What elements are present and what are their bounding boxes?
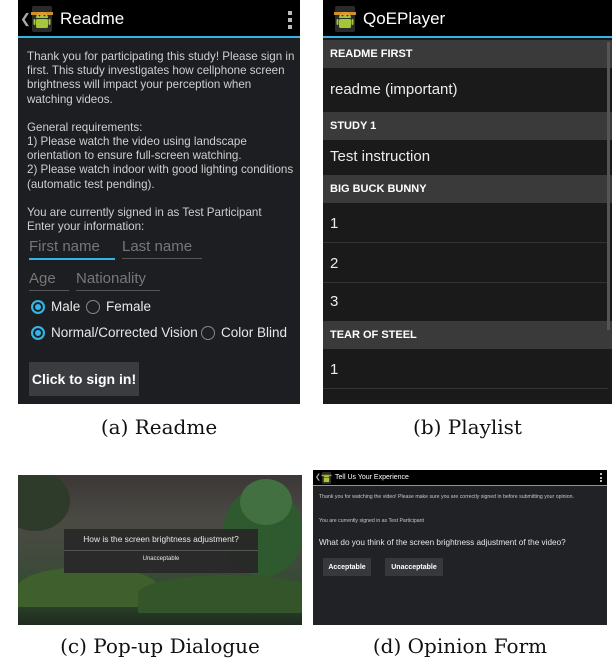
list-item[interactable]: 3	[330, 293, 338, 310]
screen-title: Tell Us Your Experience	[335, 474, 409, 481]
tree-shape	[240, 479, 292, 525]
tree-shape	[18, 475, 70, 531]
hill-shape	[18, 567, 158, 607]
vision-normal-label: Normal/Corrected Vision	[51, 325, 198, 340]
sign-in-button[interactable]: Click to sign in!	[29, 362, 139, 396]
section-header-study-1: STUDY 1	[323, 112, 612, 140]
gender-female-radio[interactable]: Female	[86, 299, 151, 314]
last-name-input[interactable]: Last name	[122, 238, 202, 259]
caption-popup: (c) Pop-up Dialogue	[60, 634, 260, 658]
requirement-2: 2) Please watch indoor with good lightin…	[27, 163, 294, 191]
app-title: QoEPlayer	[363, 9, 446, 28]
back-chevron-icon[interactable]: ❮	[315, 473, 321, 481]
gender-male-radio[interactable]: Male	[31, 299, 80, 314]
action-bar: ❮ Tell Us Your Experience	[313, 470, 607, 486]
opinion-screen: ❮ Tell Us Your Experience Thank you for …	[313, 470, 607, 625]
radio-unchecked-icon	[201, 325, 215, 340]
radio-checked-icon	[31, 299, 45, 314]
dialog-divider	[64, 550, 258, 551]
first-name-input[interactable]: First name	[29, 238, 115, 260]
readme-screen: ❮ Readme Thank you for participating thi…	[18, 0, 300, 404]
caption-readme: (a) Readme	[100, 415, 218, 439]
list-item[interactable]: 1	[330, 361, 338, 378]
intro-text: Thank you for participating this study! …	[27, 50, 295, 106]
android-app-icon[interactable]	[30, 6, 54, 32]
nationality-input[interactable]: Nationality	[76, 270, 160, 291]
list-item[interactable]: Test instruction	[330, 148, 430, 165]
section-header-readme-first: README FIRST	[323, 40, 612, 68]
age-input[interactable]: Age	[29, 270, 69, 291]
radio-checked-icon	[31, 325, 45, 340]
list-item[interactable]: readme (important)	[330, 81, 458, 98]
divider	[323, 282, 608, 283]
gender-female-label: Female	[106, 299, 152, 314]
android-app-icon[interactable]	[321, 472, 332, 484]
dialog-option-unacceptable[interactable]: Unacceptable	[64, 556, 258, 562]
caption-opinion: (d) Opinion Form	[372, 634, 548, 658]
list-item[interactable]: 1	[330, 215, 338, 232]
android-app-icon	[334, 6, 356, 32]
screen-title: Readme	[60, 9, 125, 28]
section-header-big-buck-bunny: BIG BUCK BUNNY	[323, 175, 612, 203]
enter-info-label: Enter your information:	[27, 220, 145, 234]
overflow-menu-icon[interactable]	[288, 11, 292, 32]
divider	[323, 388, 608, 389]
vision-normal-radio[interactable]: Normal/Corrected Vision	[31, 325, 198, 340]
scrollbar[interactable]	[607, 42, 610, 330]
action-bar: ❮ Readme	[18, 0, 300, 38]
gender-male-label: Male	[51, 299, 81, 314]
popup-screen: How is the screen brightness adjustment?…	[18, 475, 302, 625]
dialog-question: How is the screen brightness adjustment?	[83, 534, 239, 544]
section-header-tear-of-steel: TEAR OF STEEL	[323, 321, 612, 349]
caption-playlist: (b) Playlist	[413, 415, 522, 439]
hill-shape	[138, 575, 302, 613]
requirement-1: 1) Please watch the video using landscap…	[27, 135, 247, 163]
brightness-dialog: How is the screen brightness adjustment?…	[64, 529, 258, 573]
playlist-screen: QoEPlayer README FIRST readme (important…	[323, 0, 612, 404]
list-item[interactable]: 2	[330, 255, 338, 272]
radio-unchecked-icon	[86, 299, 100, 314]
divider	[323, 242, 608, 243]
readme-body: Thank you for participating this study! …	[27, 50, 297, 234]
opinion-question: What do you think of the screen brightne…	[319, 538, 566, 547]
action-bar: QoEPlayer	[323, 0, 612, 38]
requirements-title: General requirements:	[27, 120, 143, 134]
signed-in-text: You are currently signed in as Test Part…	[27, 205, 262, 219]
unacceptable-button[interactable]: Unacceptable	[385, 558, 443, 576]
thanks-text: Thank you for watching the video! Please…	[319, 494, 574, 500]
overflow-menu-icon[interactable]	[600, 473, 602, 482]
vision-colorblind-label: Color Blind	[221, 325, 288, 340]
signed-in-text: You are currently signed in as Test Part…	[319, 518, 424, 524]
acceptable-button[interactable]: Acceptable	[323, 558, 371, 576]
vision-colorblind-radio[interactable]: Color Blind	[201, 325, 287, 340]
